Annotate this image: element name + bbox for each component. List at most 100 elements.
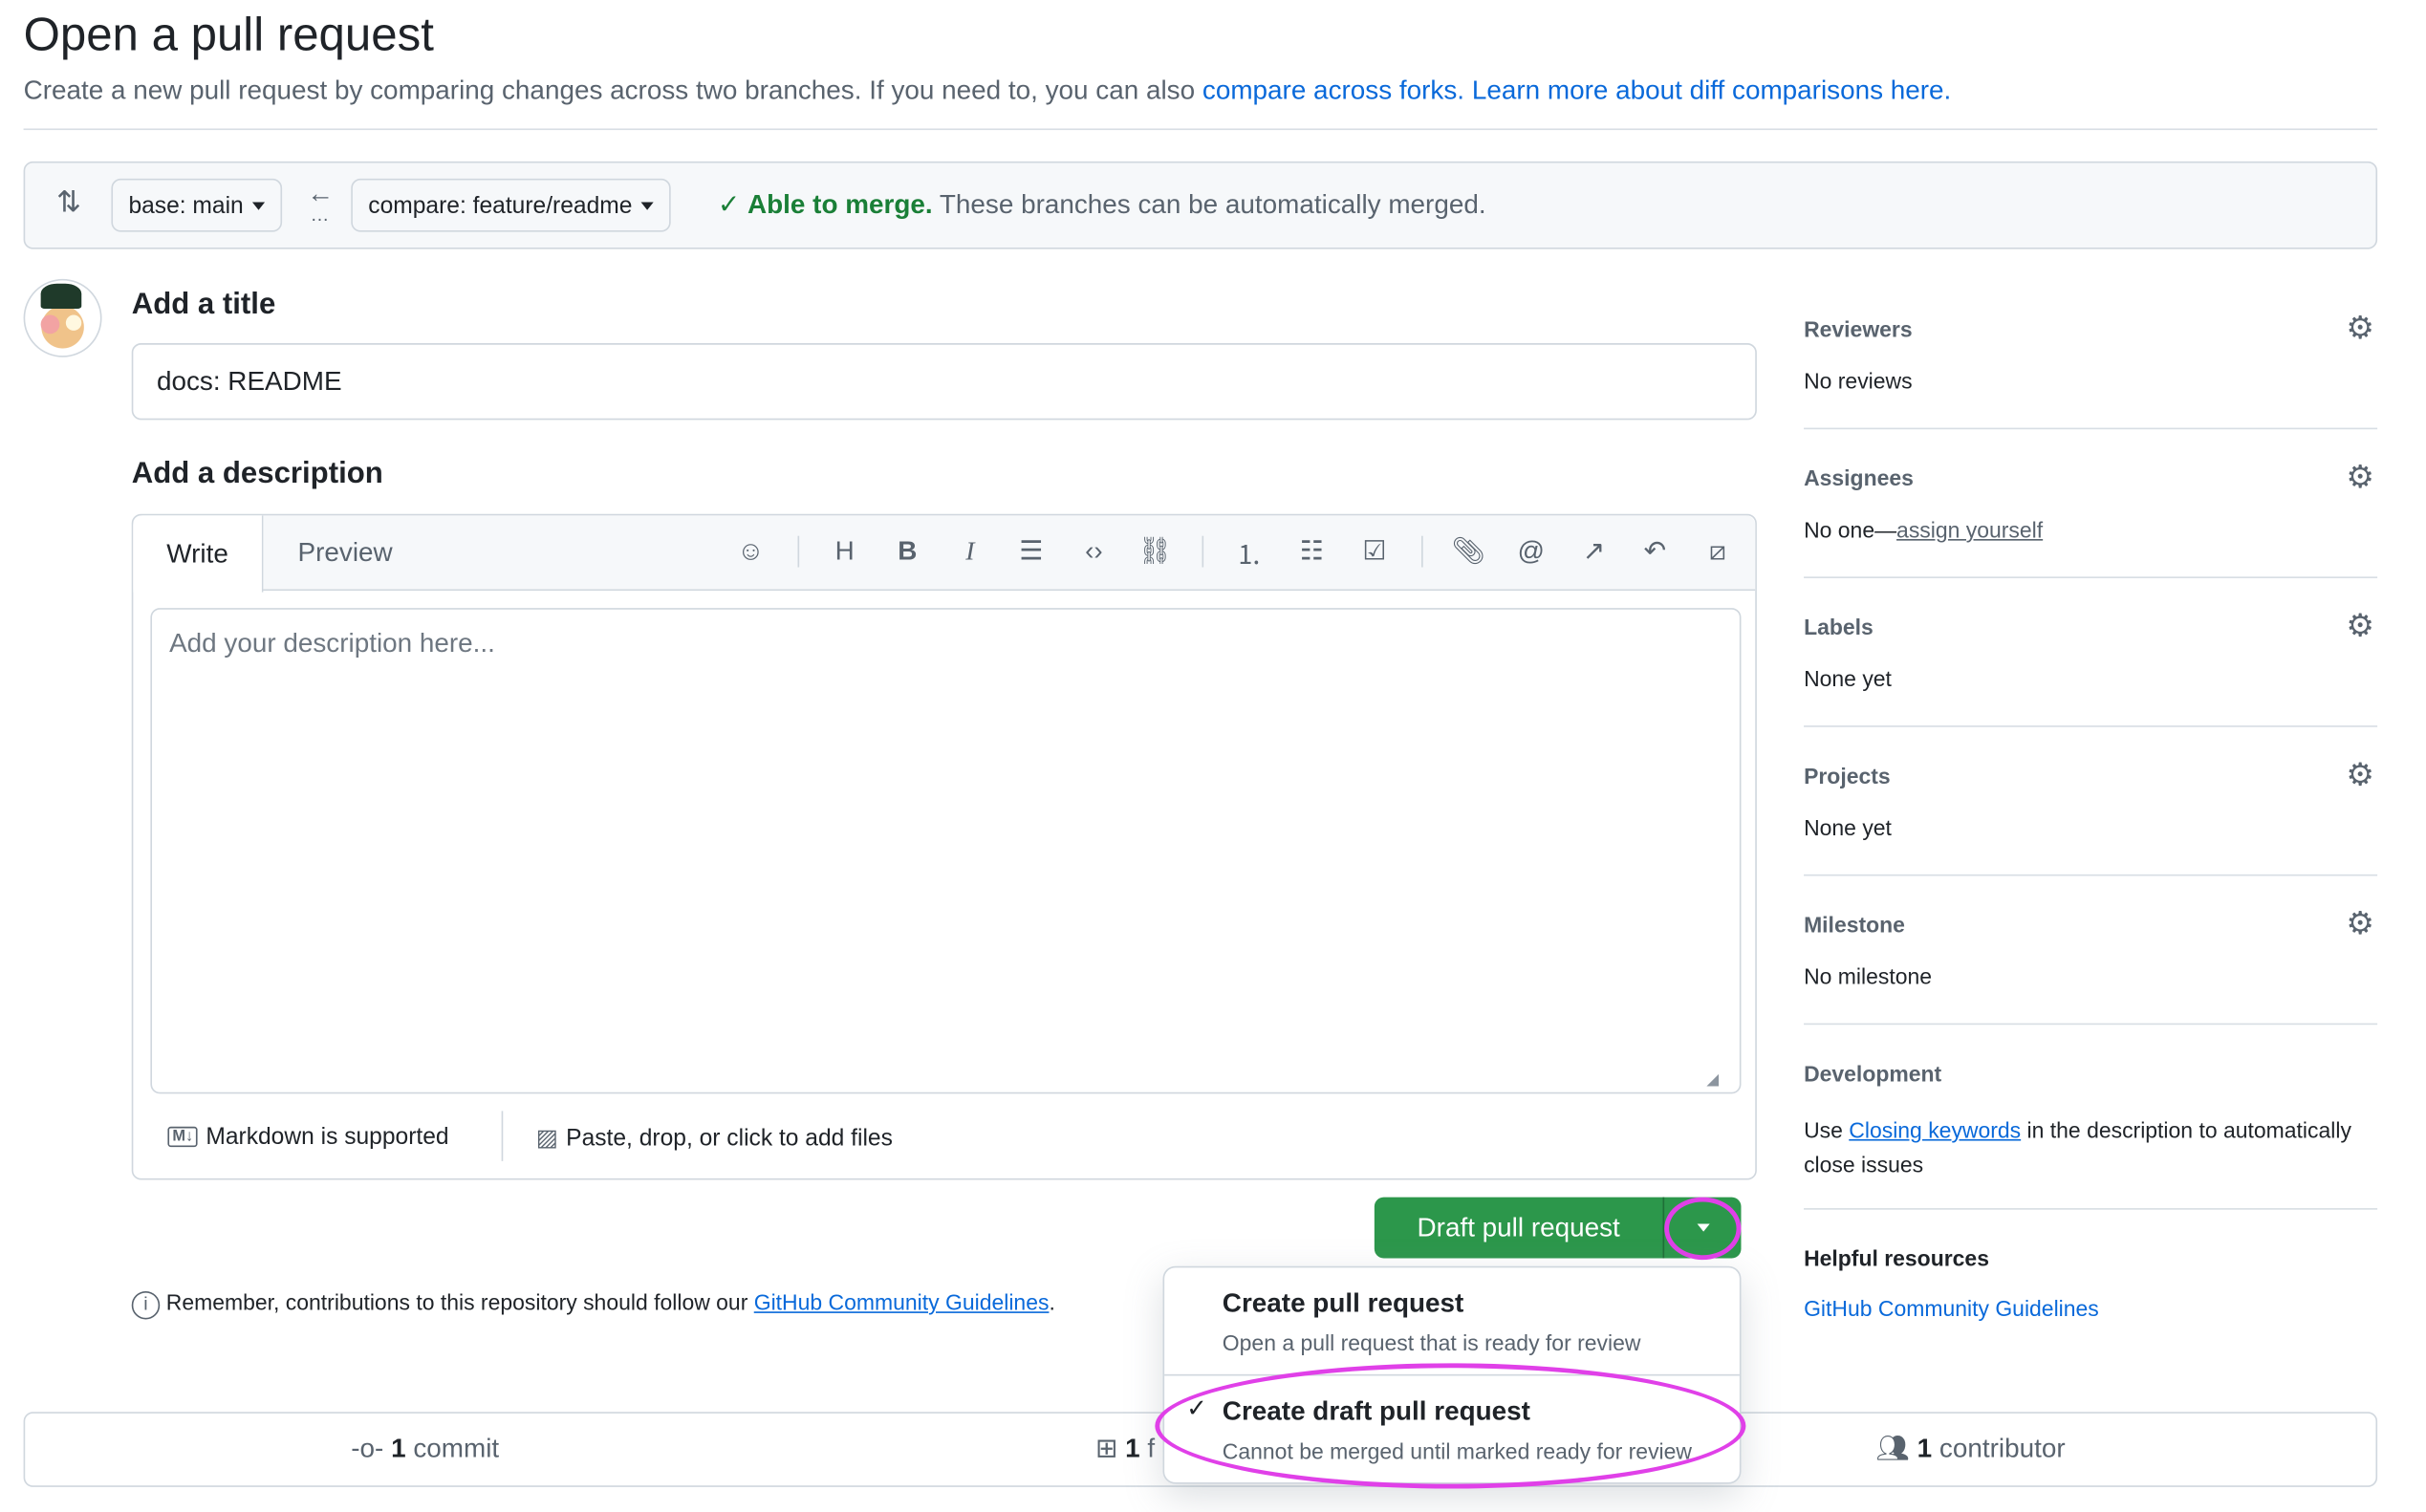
reply-icon[interactable]: ↶ (1637, 534, 1672, 569)
tab-write[interactable]: Write (133, 515, 264, 593)
compare-arrows-icon: ⇅ (56, 186, 82, 220)
assignees-heading[interactable]: Assignees (1804, 465, 1914, 490)
avatar-nori (40, 283, 82, 309)
check-icon: ✓ (717, 189, 741, 220)
page-subtitle: Create a new pull request by comparing c… (24, 76, 1952, 107)
ordered-list-icon[interactable]: ⒈ (1232, 534, 1267, 570)
commit-icon: -o- (351, 1434, 384, 1464)
commits-count: 1 (391, 1434, 406, 1464)
ellipsis: … (310, 204, 330, 227)
title-input[interactable]: docs: README (131, 343, 1757, 421)
base-label: base: main (128, 191, 244, 219)
range-editor: ⇅ base: main ← … compare: feature/readme… (23, 161, 2378, 249)
assign-yourself-link[interactable]: assign yourself (1896, 517, 2043, 542)
merge-detail: These branches can be automatically merg… (939, 189, 1486, 220)
caret-down-icon (641, 201, 655, 209)
closing-keywords-link[interactable]: Closing keywords (1849, 1117, 2021, 1142)
slash-command-icon[interactable]: ⧄ (1700, 534, 1735, 569)
reviewers-value: No reviews (1804, 368, 1913, 394)
toolbar-separator (1421, 535, 1423, 568)
description-editor: Write Preview Add your description here.… (131, 513, 1757, 1180)
info-icon: i (131, 1290, 161, 1320)
cross-reference-icon[interactable]: ↗ (1576, 534, 1611, 569)
helpful-resources-heading: Helpful resources (1804, 1245, 1989, 1271)
markdown-note[interactable]: M↓ Markdown is supported (167, 1123, 449, 1151)
draft-pr-button[interactable]: Draft pull request (1375, 1198, 1663, 1259)
assignees-text: No one— (1804, 517, 1897, 543)
milestone-value: No milestone (1804, 963, 1933, 989)
subtitle-text: Create a new pull request by comparing c… (23, 75, 1196, 105)
contribution-note: i Remember, contributions to this reposit… (131, 1289, 1055, 1320)
learn-more-link[interactable]: Learn more about diff comparisons here. (1472, 76, 1951, 105)
merge-status-label: Able to merge. (747, 189, 933, 220)
gear-icon[interactable]: ⚙ (2346, 760, 2377, 791)
files-stat[interactable]: ⊞ 1 f (1095, 1434, 1155, 1465)
labels-value: None yet (1804, 665, 1892, 692)
remember-text: Remember, contributions to this reposito… (165, 1289, 748, 1315)
task-list-icon[interactable]: ☑ (1357, 534, 1392, 569)
annotation-ellipse (1155, 1363, 1746, 1489)
projects-value: None yet (1804, 814, 1892, 840)
commits-stat[interactable]: -o- 1 commit (351, 1434, 499, 1465)
divider (1804, 576, 2378, 578)
tab-preview[interactable]: Preview (298, 537, 393, 569)
community-guidelines-link[interactable]: GitHub Community Guidelines (1804, 1296, 2099, 1321)
heading-icon[interactable]: H (828, 534, 862, 569)
contrib-label: contributor (1939, 1434, 2066, 1464)
compare-label: compare: feature/readme (368, 191, 633, 219)
divider (1804, 1023, 2378, 1026)
compare-forks-link[interactable]: compare across forks. (1202, 76, 1464, 105)
attach-label: Paste, drop, or click to add files (566, 1125, 893, 1153)
toolbar-separator (1202, 535, 1204, 568)
files-label: f (1147, 1434, 1156, 1464)
annotation-circle (1664, 1197, 1742, 1261)
reviewers-heading[interactable]: Reviewers (1804, 316, 1913, 341)
commits-label: commit (413, 1434, 500, 1464)
development-heading: Development (1804, 1060, 1942, 1087)
code-icon[interactable]: ‹› (1076, 534, 1111, 569)
divider (1804, 1208, 2378, 1210)
gear-icon[interactable]: ⚙ (2346, 313, 2377, 345)
menu-item-create-pr[interactable]: Create pull request Open a pull request … (1164, 1267, 1740, 1376)
bold-icon[interactable]: B (890, 534, 924, 569)
gear-icon[interactable]: ⚙ (2346, 909, 2377, 940)
image-icon: ▨ (535, 1125, 558, 1153)
markdown-label: Markdown is supported (206, 1123, 449, 1151)
milestone-heading[interactable]: Milestone (1804, 912, 1905, 937)
avatar-egg (65, 314, 82, 331)
title-label: Add a title (131, 288, 276, 322)
caret-down-icon (252, 201, 266, 209)
avatar[interactable] (23, 278, 102, 357)
gear-icon[interactable]: ⚙ (2346, 611, 2377, 642)
dev-pre: Use (1804, 1116, 1843, 1143)
resize-handle-icon[interactable]: ◢ (1706, 1071, 1719, 1089)
development-note: Use Closing keywords in the description … (1804, 1112, 2377, 1181)
divider (1804, 427, 2378, 430)
guidelines-link[interactable]: GitHub Community Guidelines (754, 1289, 1050, 1314)
link-icon[interactable]: ⛓ (1137, 534, 1172, 569)
page-title: Open a pull request (23, 9, 434, 61)
attach-files[interactable]: ▨ Paste, drop, or click to add files (535, 1124, 893, 1153)
italic-icon[interactable]: I (953, 534, 987, 569)
file-diff-icon: ⊞ (1095, 1434, 1118, 1464)
divider (23, 128, 2378, 131)
copilot-icon[interactable]: ☺ (733, 534, 768, 569)
projects-heading[interactable]: Projects (1804, 763, 1891, 788)
toolbar-separator (797, 535, 800, 568)
quote-icon[interactable]: ☰ (1014, 534, 1049, 569)
base-branch-select[interactable]: base: main (111, 178, 283, 232)
markdown-icon: M↓ (167, 1126, 199, 1148)
gear-icon[interactable]: ⚙ (2346, 463, 2377, 494)
labels-heading[interactable]: Labels (1804, 615, 1874, 639)
menu-item-title: Create pull request (1222, 1287, 1464, 1318)
contributors-stat[interactable]: 👥︎ 1 contributor (1875, 1434, 2065, 1465)
description-textarea[interactable]: Add your description here... (150, 608, 1742, 1094)
compare-branch-select[interactable]: compare: feature/readme (351, 178, 672, 232)
description-label: Add a description (131, 457, 383, 491)
unordered-list-icon[interactable]: ☷ (1294, 534, 1329, 569)
avatar-chashu (40, 314, 60, 335)
people-icon: 👥︎ (1875, 1434, 1910, 1464)
paperclip-icon[interactable]: 📎︎ (1451, 534, 1485, 569)
files-count: 1 (1125, 1434, 1140, 1464)
mention-icon[interactable]: @ (1514, 534, 1549, 569)
